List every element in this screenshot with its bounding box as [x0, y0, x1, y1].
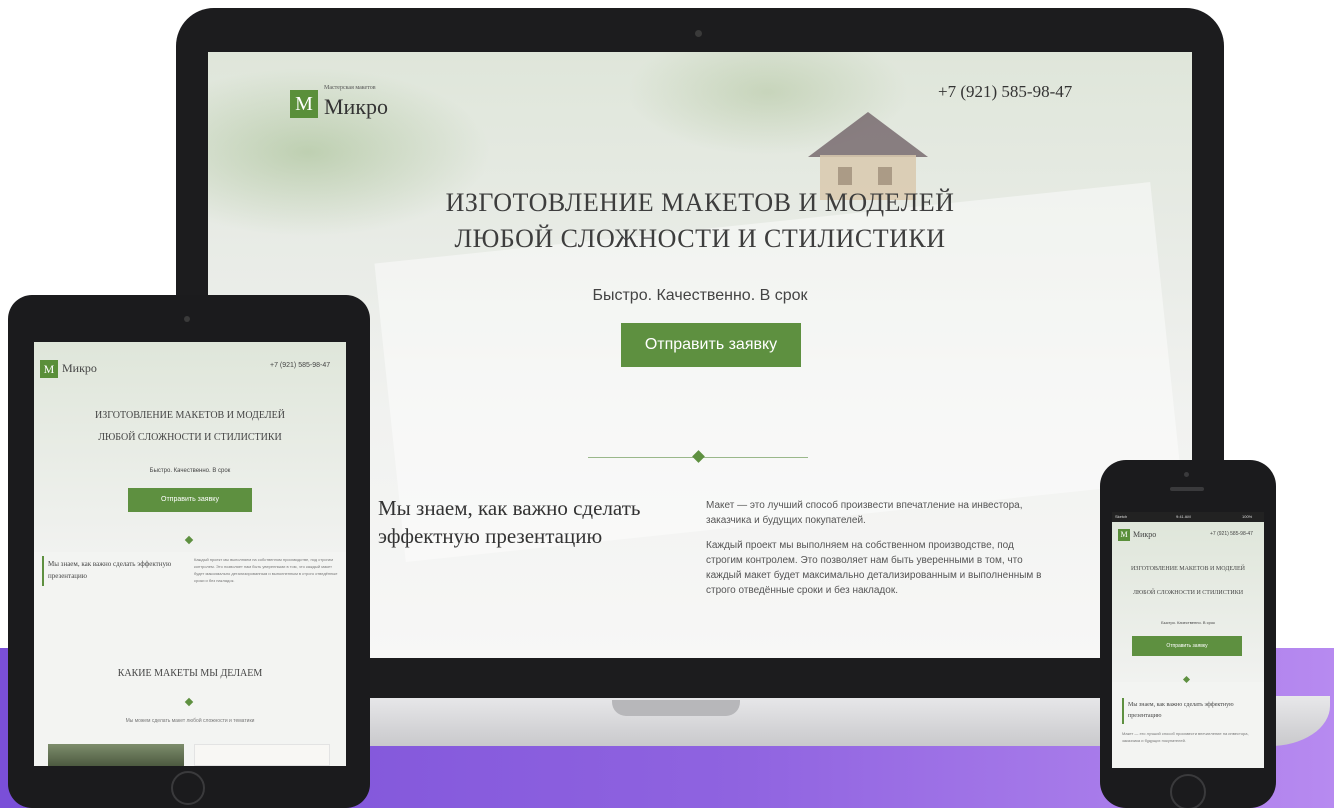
phone-screen: Sketch 9:41 AM 100% M Микро +7 (921) 585…	[1112, 512, 1264, 768]
tablet-camera	[184, 316, 190, 322]
tablet-screen: M Микро +7 (921) 585-98-47 ИЗГОТОВЛЕНИЕ …	[34, 342, 346, 766]
laptop-notch	[612, 700, 740, 716]
tablet-logo-mark[interactable]: M	[40, 360, 58, 378]
phone-home-button	[1170, 774, 1206, 808]
phone-speaker	[1170, 487, 1204, 491]
tablet-tagline: Быстро. Качественно. В срок	[149, 468, 231, 474]
phone-camera	[1184, 472, 1189, 477]
tablet-promo-accent-bar	[42, 556, 44, 586]
hero-headline-line2: ЛЮБОЙ СЛОЖНОСТИ И СТИЛИСТИКИ	[454, 224, 946, 253]
tablet-send-request-button[interactable]: Отправить заявку	[128, 488, 252, 512]
phone-promo-title: Мы знаем, как важно сделать эффектную пр…	[1128, 702, 1234, 719]
phone-promo-accent-bar	[1122, 698, 1124, 724]
logo-mark[interactable]: M	[290, 90, 318, 118]
tablet-headline-line2: ЛЮБОЙ СЛОЖНОСТИ И СТИЛИСТИКИ	[98, 432, 282, 443]
promo-title: Мы знаем, как важно сделать эффектную пр…	[378, 496, 641, 548]
tablet-section-diamond-icon	[184, 697, 194, 707]
hero-headline-line1: ИЗГОТОВЛЕНИЕ МАКЕТОВ И МОДЕЛЕЙ	[445, 188, 955, 217]
promo-paragraph-2: Каждый проект мы выполняем на собственно…	[706, 540, 1042, 596]
tablet-card-image[interactable]	[194, 744, 330, 766]
tablet-card-image[interactable]	[48, 744, 184, 766]
tablet-section-subtitle: Мы можем сделать макет любой сложности и…	[125, 718, 255, 724]
promo-text: Макет — это лучший способ произвести впе…	[706, 498, 1046, 608]
tablet-headline-line1: ИЗГОТОВЛЕНИЕ МАКЕТОВ И МОДЕЛЕЙ	[95, 410, 285, 421]
phone-phone[interactable]: +7 (921) 585-98-47	[1210, 531, 1253, 537]
tablet-promo-title: Мы знаем, как важно сделать эффектную пр…	[48, 560, 172, 580]
phone-tagline: Быстро. Качественно. В срок	[1161, 620, 1215, 625]
phone-promo-text: Макет — это лучший способ произвести впе…	[1122, 731, 1249, 743]
phone-logo-mark[interactable]: M	[1118, 529, 1130, 541]
phone-headline-line1: ИЗГОТОВЛЕНИЕ МАКЕТОВ И МОДЕЛЕЙ	[1131, 566, 1245, 572]
logo-name[interactable]: Микро	[324, 94, 388, 120]
tablet-phone[interactable]: +7 (921) 585-98-47	[270, 362, 330, 369]
tablet-section-title: КАКИЕ МАКЕТЫ МЫ ДЕЛАЕМ	[117, 668, 263, 679]
phone-hero-background	[1112, 522, 1264, 682]
send-request-button[interactable]: Отправить заявку	[621, 323, 801, 367]
laptop-camera	[695, 30, 702, 37]
phone-send-request-button[interactable]: Отправить заявку	[1132, 636, 1242, 656]
tablet-home-button	[171, 771, 205, 805]
logo-tagline: Мастерская макетов	[324, 85, 376, 91]
phone-logo-name[interactable]: Микро	[1133, 530, 1156, 539]
phone-time: 9:41 AM	[1176, 514, 1191, 519]
header-phone[interactable]: +7 (921) 585-98-47	[938, 82, 1072, 102]
phone-status-bar: Sketch 9:41 AM 100%	[1112, 512, 1264, 522]
phone-headline-line2: ЛЮБОЙ СЛОЖНОСТИ И СТИЛИСТИКИ	[1132, 590, 1244, 596]
tablet-promo-text: Каждый проект мы выполняем на собственно…	[194, 557, 338, 583]
device-mockup-scene: M Мастерская макетов Микро +7 (921) 585-…	[0, 0, 1334, 808]
phone-carrier: Sketch	[1115, 514, 1128, 519]
phone-battery: 100%	[1242, 514, 1253, 519]
promo-paragraph-1: Макет — это лучший способ произвести впе…	[706, 500, 1023, 526]
tablet-logo-name[interactable]: Микро	[62, 361, 97, 376]
